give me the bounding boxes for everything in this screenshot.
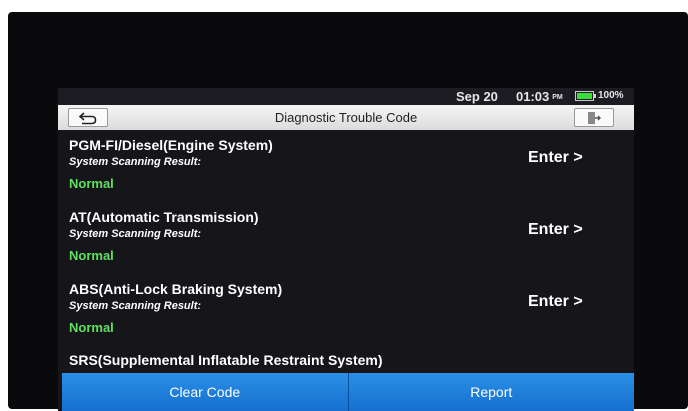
status-bar: Sep 20 01:03 PM 100% <box>58 88 634 105</box>
report-button[interactable]: Report <box>347 373 634 411</box>
enter-button[interactable]: Enter > <box>528 221 583 239</box>
clear-code-button[interactable]: Clear Code <box>62 373 348 411</box>
list-item[interactable]: PGM-FI/Diesel(Engine System) System Scan… <box>58 137 634 207</box>
enter-button[interactable]: Enter > <box>528 293 583 311</box>
list-item[interactable]: AT(Automatic Transmission) System Scanni… <box>58 209 634 279</box>
exit-button[interactable] <box>574 108 614 127</box>
status-badge: Normal <box>69 176 114 191</box>
enter-button[interactable]: Enter > <box>528 149 583 167</box>
status-ampm: PM <box>552 94 563 102</box>
battery-percent: 100% <box>598 90 624 101</box>
system-name: AT(Automatic Transmission) <box>69 209 259 225</box>
list-item[interactable]: ABS(Anti-Lock Braking System) System Sca… <box>58 281 634 351</box>
battery-icon <box>575 91 594 101</box>
status-badge: Normal <box>69 248 114 263</box>
system-name: ABS(Anti-Lock Braking System) <box>69 281 283 297</box>
result-label: System Scanning Result: <box>69 228 202 240</box>
system-name: PGM-FI/Diesel(Engine System) <box>69 137 273 153</box>
status-badge: Normal <box>69 320 114 335</box>
result-label: System Scanning Result: <box>69 156 202 168</box>
title-bar: Diagnostic Trouble Code <box>58 105 634 130</box>
bottom-action-bar: Clear Code Report <box>62 373 634 411</box>
status-date: Sep 20 <box>456 89 498 104</box>
result-label: System Scanning Result: <box>69 300 202 312</box>
back-arrow-icon <box>78 111 97 124</box>
back-button[interactable] <box>68 108 108 127</box>
page-title: Diagnostic Trouble Code <box>274 110 418 125</box>
system-name: SRS(Supplemental Inflatable Restraint Sy… <box>69 352 383 368</box>
exit-door-icon <box>588 111 601 124</box>
status-time: 01:03 PM <box>516 89 563 104</box>
device-frame: Sep 20 01:03 PM 100% Diagnostic Trouble C… <box>8 12 688 411</box>
battery-nub <box>594 94 596 98</box>
screen: Sep 20 01:03 PM 100% Diagnostic Trouble C… <box>58 88 634 411</box>
